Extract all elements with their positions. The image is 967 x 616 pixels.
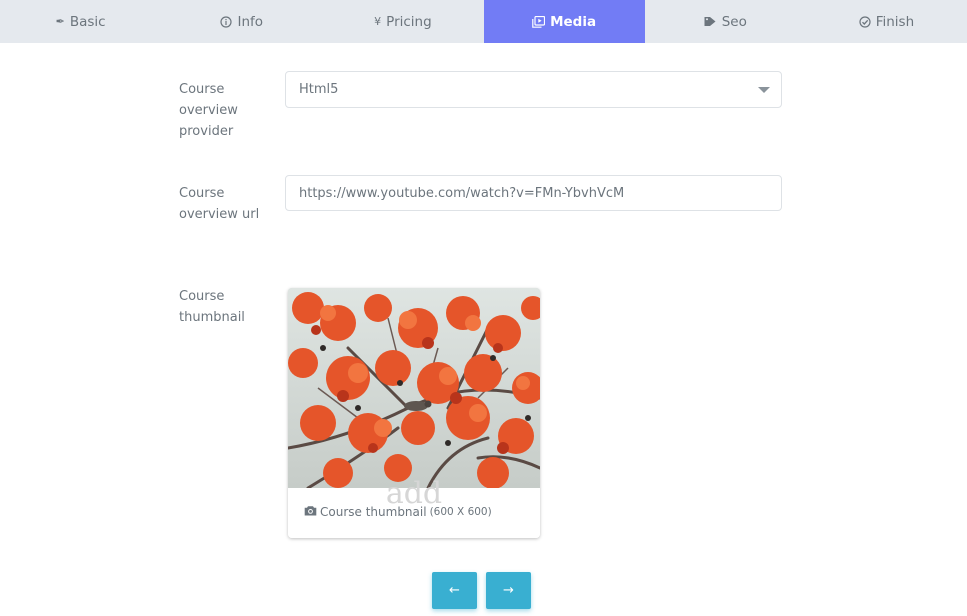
tab-info[interactable]: Info <box>161 0 322 43</box>
tab-pricing[interactable]: ¥ Pricing <box>322 0 483 43</box>
info-icon <box>220 15 233 28</box>
wizard-tabs: ✒ Basic Info ¥ Pricing Media Seo Finish <box>0 0 967 43</box>
thumbnail-footer: add Course thumbnail (600 X 600) <box>288 476 540 538</box>
url-label: Course overview url <box>179 186 260 222</box>
tab-label: Finish <box>875 13 915 30</box>
camera-icon <box>304 505 317 519</box>
tab-label: Info <box>237 13 264 30</box>
previous-button[interactable]: ← <box>432 572 477 609</box>
provider-label: Course overview provider <box>179 82 238 139</box>
thumbnail-image <box>288 288 540 488</box>
media-icon <box>532 15 546 28</box>
tab-label: Media <box>550 13 597 30</box>
provider-select[interactable]: Html5 <box>285 71 782 108</box>
tab-label: Pricing <box>386 13 432 30</box>
url-input[interactable]: https://www.youtube.com/watch?v=FMn-Ybvh… <box>285 175 782 211</box>
tab-basic[interactable]: ✒ Basic <box>0 0 161 43</box>
thumbnail-caption: Course thumbnail (600 X 600) <box>304 505 492 519</box>
tab-seo[interactable]: Seo <box>645 0 806 43</box>
tag-icon <box>704 16 717 27</box>
tab-label: Basic <box>69 13 106 30</box>
thumbnail-label: Course thumbnail <box>179 289 245 325</box>
feather-icon: ✒ <box>55 15 65 28</box>
arrow-right-icon: → <box>503 583 514 598</box>
provider-value: Html5 <box>299 82 339 97</box>
tab-finish[interactable]: Finish <box>806 0 967 43</box>
thumbnail-dimensions: (600 X 600) <box>429 506 492 518</box>
chevron-down-icon <box>758 87 770 93</box>
url-value: https://www.youtube.com/watch?v=FMn-Ybvh… <box>299 185 625 201</box>
check-circle-icon <box>859 15 871 28</box>
arrow-left-icon: ← <box>449 583 460 598</box>
tab-media[interactable]: Media <box>483 0 645 43</box>
thumbnail-card[interactable]: add Course thumbnail (600 X 600) <box>288 288 540 538</box>
thumbnail-caption-text: Course thumbnail <box>320 505 427 519</box>
tab-label: Seo <box>721 13 747 30</box>
next-button[interactable]: → <box>486 572 531 609</box>
yen-icon: ¥ <box>374 15 382 28</box>
